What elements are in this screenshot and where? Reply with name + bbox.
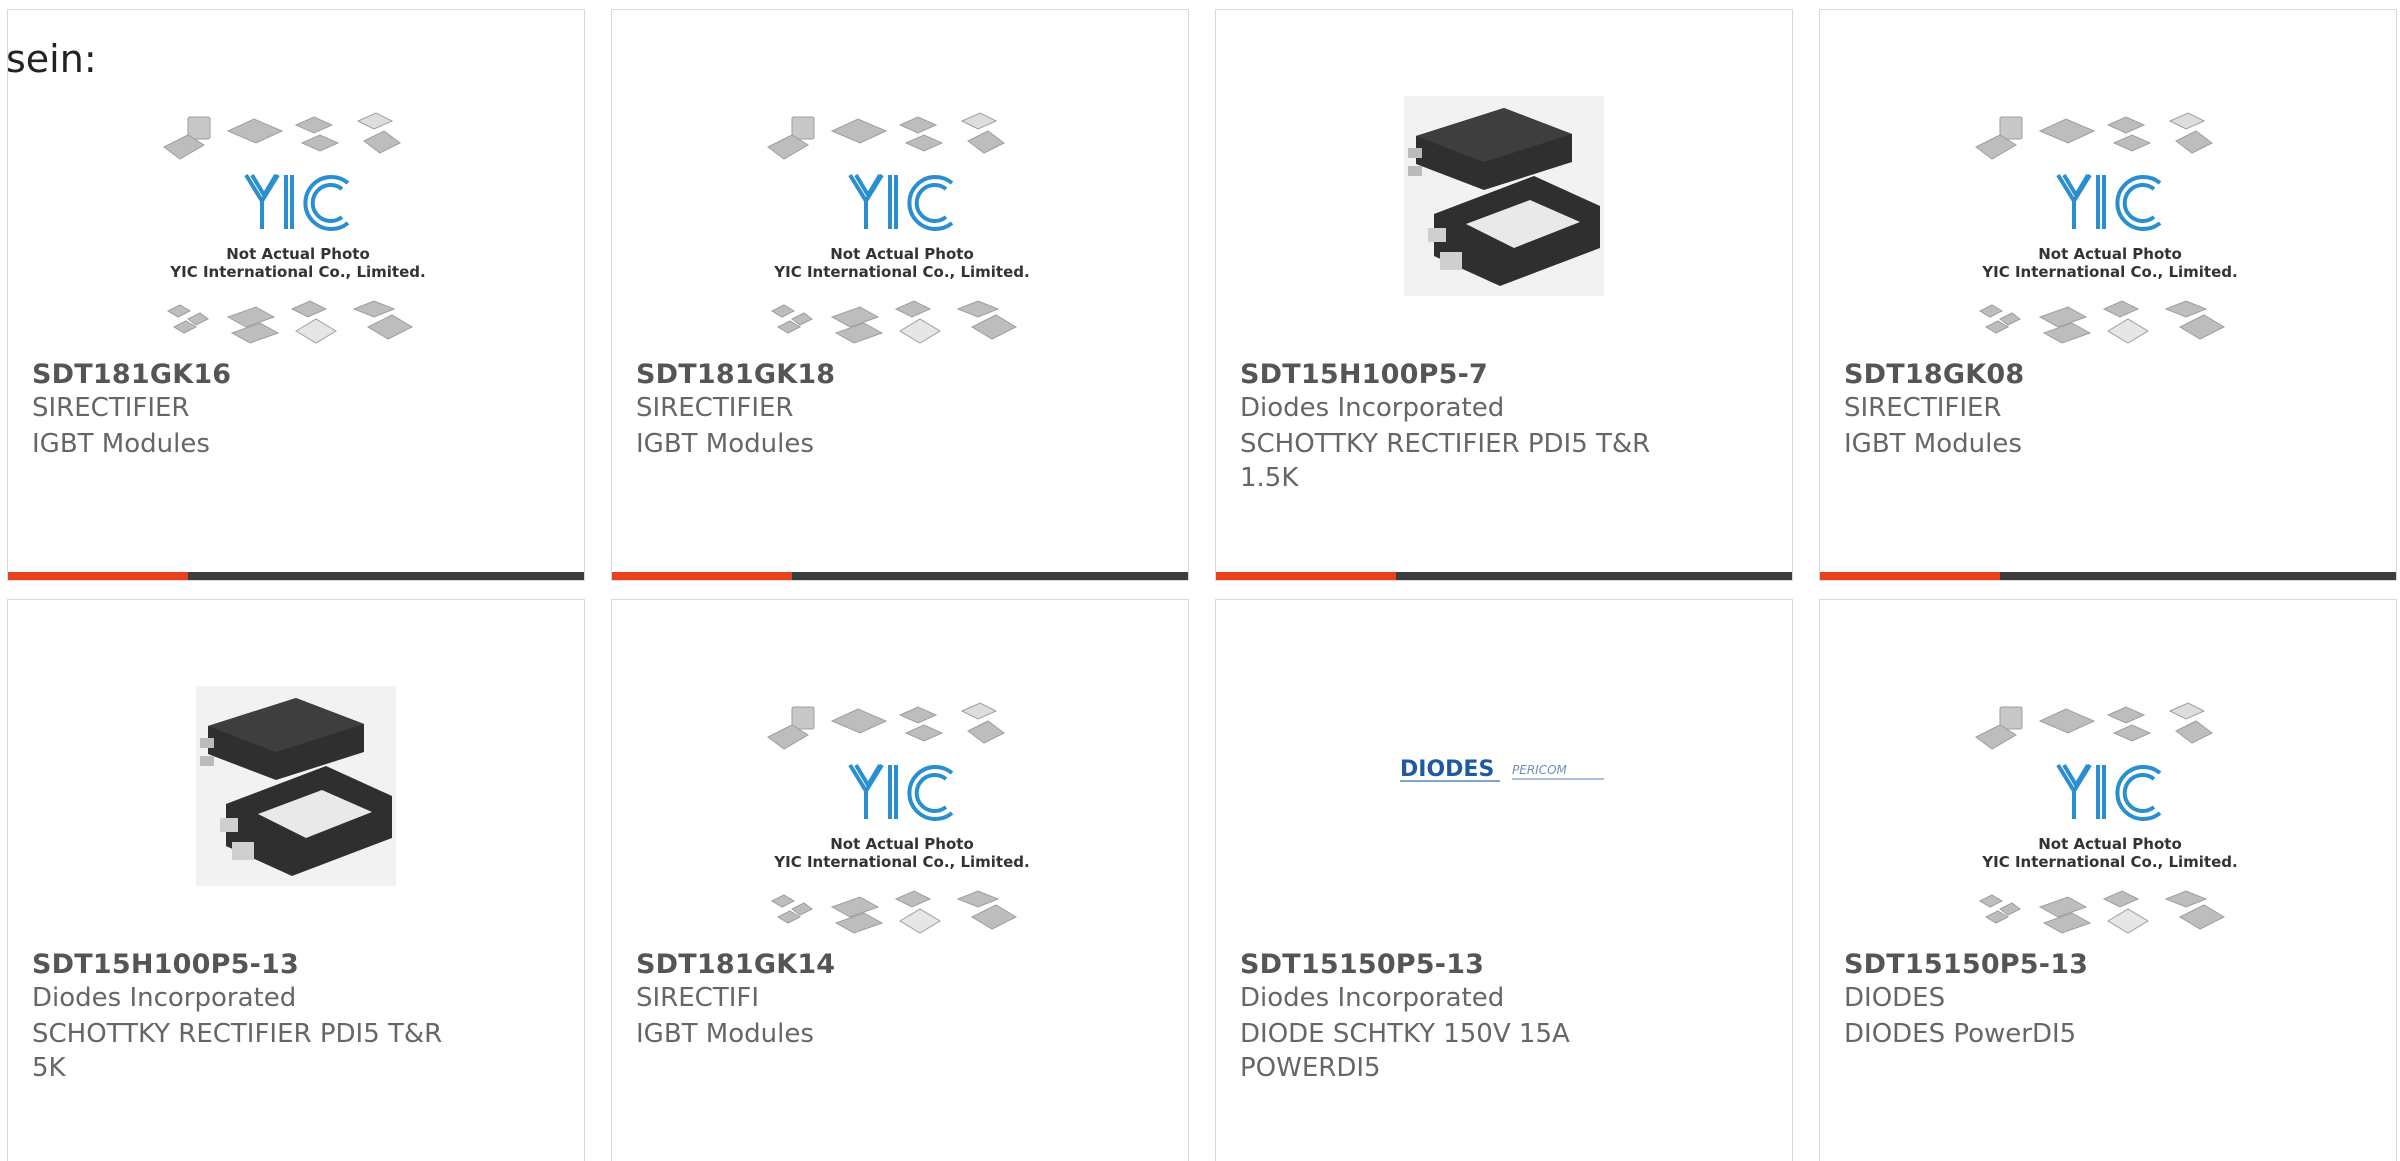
svg-text:YIC International Co., Limited: YIC International Co., Limited.	[773, 853, 1029, 871]
svg-text:YIC International Co., Limited: YIC International Co., Limited.	[1981, 853, 2237, 871]
product-card[interactable]: Not Actual Photo YIC International Co., …	[1819, 599, 2397, 1161]
product-card[interactable]: Not Actual Photo YIC International Co., …	[1819, 9, 2397, 581]
card-accent-bar	[8, 572, 584, 580]
product-part-number[interactable]: SDT18GK08	[1844, 359, 2024, 390]
svg-text:PERICOM: PERICOM	[1512, 763, 1568, 777]
product-thumbnail[interactable]: Not Actual Photo YIC International Co., …	[1820, 600, 2396, 950]
product-description: DIODES PowerDI5	[1844, 1019, 2077, 1049]
card-accent-bar	[1820, 572, 2396, 580]
product-card[interactable]: Not Actual Photo YIC International Co., …	[611, 599, 1189, 1161]
product-part-number[interactable]: SDT181GK18	[636, 359, 835, 390]
product-manufacturer: SIRECTIFIER	[636, 393, 794, 423]
product-part-number[interactable]: SDT181GK14	[636, 949, 835, 980]
product-part-number[interactable]: SDT181GK16	[32, 359, 231, 390]
svg-text:DIODES: DIODES	[1400, 757, 1494, 782]
svg-text:Not Actual Photo: Not Actual Photo	[830, 245, 974, 263]
product-grid-page: sein: Not Actual Photo YIC International…	[0, 0, 2400, 1161]
product-description: IGBT Modules	[636, 1019, 814, 1049]
yic-placeholder-image: Not Actual Photo YIC International Co., …	[767, 112, 1030, 344]
product-description: IGBT Modules	[32, 429, 210, 459]
product-thumbnail[interactable]: Not Actual Photo YIC International Co., …	[612, 10, 1188, 360]
product-card[interactable]: SDT15H100P5-7 Diodes Incorporated SCHOTT…	[1215, 9, 1793, 581]
product-manufacturer: Diodes Incorporated	[1240, 393, 1505, 423]
product-card[interactable]: SDT15H100P5-13 Diodes Incorporated SCHOT…	[7, 599, 585, 1161]
intro-text: sein:	[6, 37, 97, 81]
product-manufacturer: Diodes Incorporated	[32, 983, 297, 1013]
product-thumbnail[interactable]: Not Actual Photo YIC International Co., …	[612, 600, 1188, 950]
card-accent-highlight	[612, 572, 792, 580]
svg-text:Not Actual Photo: Not Actual Photo	[830, 835, 974, 853]
product-thumbnail[interactable]: Not Actual Photo YIC International Co., …	[1820, 10, 2396, 360]
product-thumbnail[interactable]	[1216, 10, 1792, 360]
product-manufacturer: Diodes Incorporated	[1240, 983, 1505, 1013]
svg-text:Not Actual Photo: Not Actual Photo	[226, 245, 370, 263]
card-accent-bar	[612, 572, 1188, 580]
yic-placeholder-image: Not Actual Photo YIC International Co., …	[163, 112, 426, 344]
svg-text:Not Actual Photo: Not Actual Photo	[2038, 245, 2182, 263]
product-thumbnail[interactable]: DIODES PERICOM	[1216, 600, 1792, 950]
card-accent-bar	[1216, 572, 1792, 580]
product-description: DIODE SCHTKY 150V 15A POWERDI5	[1240, 1019, 1570, 1083]
product-thumbnail[interactable]	[8, 600, 584, 950]
product-card[interactable]: Not Actual Photo YIC International Co., …	[7, 9, 585, 581]
svg-text:Not Actual Photo: Not Actual Photo	[2038, 835, 2182, 853]
product-part-number[interactable]: SDT15H100P5-13	[32, 949, 299, 980]
card-accent-highlight	[8, 572, 188, 580]
product-manufacturer: DIODES	[1844, 983, 1946, 1013]
yic-placeholder-image: Not Actual Photo YIC International Co., …	[767, 702, 1030, 934]
product-description: IGBT Modules	[1844, 429, 2022, 459]
product-description: IGBT Modules	[636, 429, 814, 459]
svg-text:YIC International Co., Limited: YIC International Co., Limited.	[1981, 263, 2237, 281]
powerdi5-package-image	[1404, 96, 1604, 296]
product-part-number[interactable]: SDT15150P5-13	[1240, 949, 1484, 980]
product-part-number[interactable]: SDT15H100P5-7	[1240, 359, 1488, 390]
svg-text:YIC International Co., Limited: YIC International Co., Limited.	[773, 263, 1029, 281]
powerdi5-package-image	[196, 686, 396, 886]
product-part-number[interactable]: SDT15150P5-13	[1844, 949, 2088, 980]
svg-text:YIC International Co., Limited: YIC International Co., Limited.	[169, 263, 425, 281]
product-manufacturer: SIRECTIFIER	[32, 393, 190, 423]
product-card[interactable]: DIODES PERICOM SDT15150P5-13 Diodes Inco…	[1215, 599, 1793, 1161]
product-manufacturer: SIRECTIFIER	[1844, 393, 2002, 423]
card-accent-highlight	[1216, 572, 1396, 580]
yic-placeholder-image: Not Actual Photo YIC International Co., …	[1975, 112, 2238, 344]
yic-placeholder-image: Not Actual Photo YIC International Co., …	[1975, 702, 2238, 934]
product-card[interactable]: Not Actual Photo YIC International Co., …	[611, 9, 1189, 581]
product-description: SCHOTTKY RECTIFIER PDI5 T&R 1.5K	[1240, 429, 1651, 493]
diodes-pericom-logo: DIODES PERICOM	[1400, 757, 1604, 782]
card-accent-highlight	[1820, 572, 2000, 580]
product-manufacturer: SIRECTIFI	[636, 983, 759, 1013]
product-description: SCHOTTKY RECTIFIER PDI5 T&R 5K	[32, 1019, 443, 1083]
